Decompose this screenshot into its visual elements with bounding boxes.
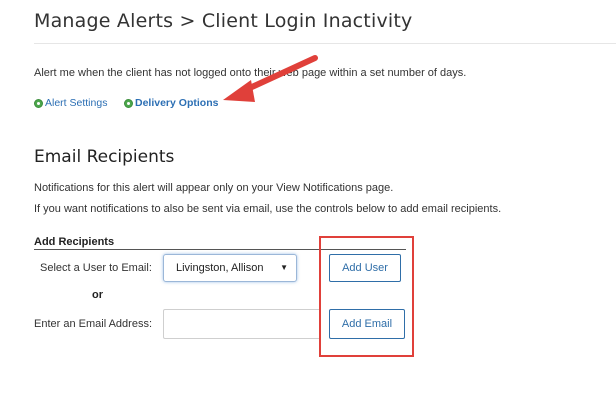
tab-delivery-options[interactable]: Delivery Options [124,97,218,109]
notifications-note: Notifications for this alert will appear… [34,182,394,194]
tab-alert-settings[interactable]: Alert Settings [34,97,107,109]
add-email-button[interactable]: Add Email [329,309,405,339]
email-address-input[interactable] [163,309,321,339]
email-instructions-note: If you want notifications to also be sen… [34,203,502,215]
annotation-arrow-icon [223,55,318,102]
email-address-label: Enter an Email Address: [34,318,153,330]
add-recipients-title: Add Recipients [34,236,115,248]
tab-delivery-options-label: Delivery Options [135,97,219,109]
chevron-down-icon: ▼ [280,263,288,272]
select-user-label: Select a User to Email: [40,262,152,274]
email-recipients-title: Email Recipients [34,147,175,167]
tab-alert-settings-label: Alert Settings [45,97,108,109]
add-recipients-divider [34,249,406,250]
add-user-button[interactable]: Add User [329,254,401,282]
status-dot-icon [124,98,133,108]
user-select[interactable]: Livingston, Allison ▼ [163,254,297,282]
or-separator: or [92,289,103,301]
title-divider [34,43,616,44]
user-select-value: Livingston, Allison [176,262,264,274]
page-title: Manage Alerts > Client Login Inactivity [34,10,413,32]
status-dot-icon [34,98,43,108]
